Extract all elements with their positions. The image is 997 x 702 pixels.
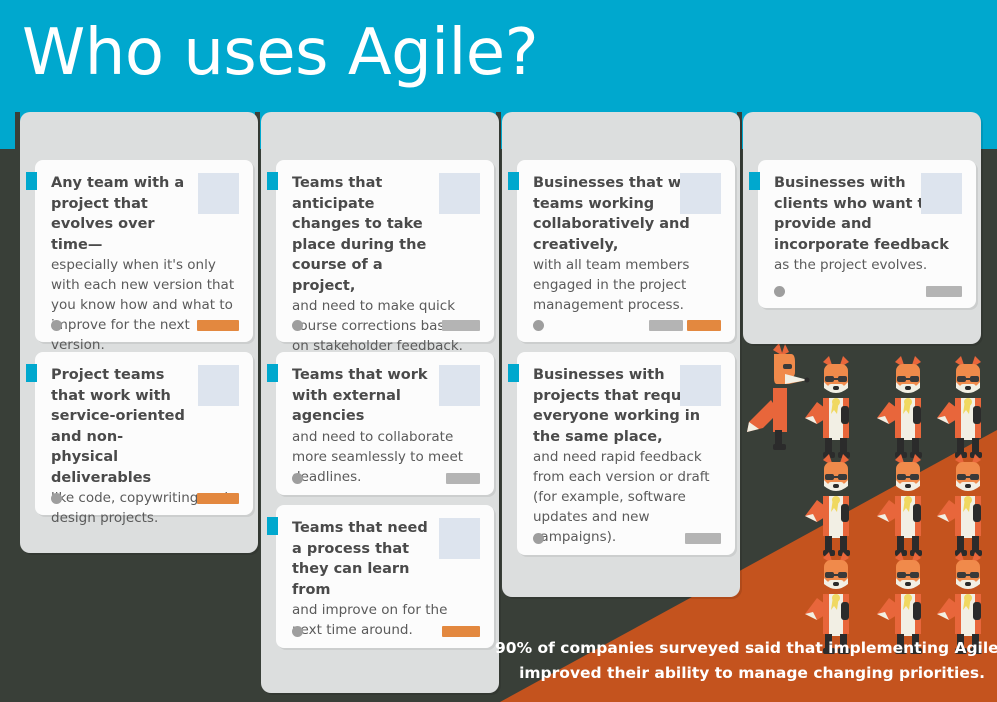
card-column-3: Businesses that want teams working colla… (502, 112, 740, 597)
card-content: Businesses that want teams working colla… (517, 160, 735, 315)
card-image-placeholder (921, 173, 962, 214)
card-image-placeholder (439, 365, 480, 406)
card-image-placeholder (439, 173, 480, 214)
card-progress-bar (685, 533, 721, 544)
card-status-dot (533, 320, 544, 331)
card-footer (276, 318, 494, 332)
info-card[interactable]: Teams that work with external agencies a… (267, 352, 494, 495)
card-column-2: Teams that anticipate changes to take pl… (261, 112, 499, 693)
card-image-placeholder (198, 365, 239, 406)
card-body-text: especially when it's only with each new … (51, 257, 235, 353)
info-card[interactable]: Any team with a project that evolves ove… (26, 160, 253, 353)
card-status-dot (533, 533, 544, 544)
card-status-dot (292, 473, 303, 484)
fox-icon (877, 454, 922, 556)
card-footer (517, 318, 735, 332)
fox-icon (937, 454, 982, 556)
card-footer (517, 531, 735, 545)
card-image-placeholder (439, 518, 480, 559)
card-content: Businesses with clients who want to prov… (758, 160, 976, 275)
footer-statistic-line-2: improved their ability to manage changin… (519, 664, 985, 682)
card-progress-bar (442, 626, 480, 637)
card-progress-bar (197, 493, 239, 504)
card-progress-bar (197, 320, 239, 331)
fox-side-icon (747, 343, 810, 450)
card-body-text: with all team members engaged in the pro… (533, 257, 690, 313)
card-status-dot (292, 320, 303, 331)
page-title: Who uses Agile? (22, 16, 539, 90)
card-progress-bar (926, 286, 962, 297)
card-progress-bar (446, 473, 480, 484)
card-content: Teams that need a process that they can … (276, 505, 494, 640)
card-footer (276, 624, 494, 638)
footer-statistic-line-1: 90% of companies surveyed said that impl… (495, 639, 997, 657)
card-footer (276, 471, 494, 485)
card-status-dot (51, 493, 62, 504)
card-progress-bar (442, 320, 480, 331)
info-card[interactable]: Teams that need a process that they can … (267, 505, 494, 648)
card-image-placeholder (680, 173, 721, 214)
card-image-placeholder (198, 173, 239, 214)
infographic-root: Who uses Agile? Any team with a project … (0, 0, 997, 702)
fox-icon (877, 356, 922, 458)
footer-statistic: 90% of companies surveyed said that impl… (495, 636, 997, 686)
card-status-dot (774, 286, 785, 297)
card-content: Businesses with projects that require ev… (517, 352, 735, 547)
info-card[interactable]: Businesses with projects that require ev… (508, 352, 735, 555)
card-column-1: Any team with a project that evolves ove… (20, 112, 258, 553)
card-column-4: Businesses with clients who want to prov… (743, 112, 981, 344)
card-footer (758, 284, 976, 298)
info-card[interactable]: Teams that anticipate changes to take pl… (267, 160, 494, 354)
card-progress-bar-secondary (649, 320, 683, 331)
info-card[interactable]: Project teams that work with service-ori… (26, 352, 253, 526)
card-image-placeholder (680, 365, 721, 406)
card-footer (35, 318, 253, 332)
card-progress-bar (687, 320, 721, 331)
info-card[interactable]: Businesses with clients who want to prov… (749, 160, 976, 308)
card-content: Teams that work with external agencies a… (276, 352, 494, 487)
card-status-dot (292, 626, 303, 637)
card-footer (35, 491, 253, 505)
card-status-dot (51, 320, 62, 331)
fox-icon (805, 356, 850, 458)
fox-icon (805, 454, 850, 556)
info-card[interactable]: Businesses that want teams working colla… (508, 160, 735, 342)
fox-icon (937, 356, 982, 458)
card-body-text: as the project evolves. (774, 257, 928, 273)
